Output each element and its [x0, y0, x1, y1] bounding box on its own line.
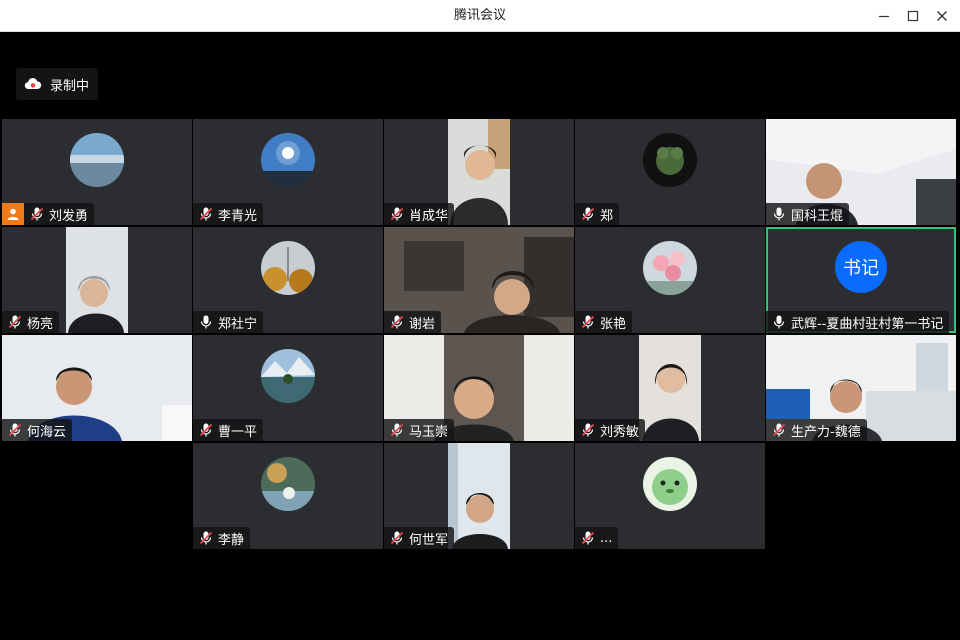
video-stage: 录制中 刘发勇 李青光 肖成华 郑 国科王焜 杨亮 郑社宁 谢岩 张艳 书记 武… [2, 32, 958, 638]
maximize-icon [907, 10, 919, 22]
host-person-icon [2, 203, 24, 225]
microphone-muted-icon [390, 315, 404, 329]
participant-name: 何海云 [27, 424, 67, 440]
participant-name-tag: 郑社宁 [193, 311, 264, 333]
participant-tile[interactable]: 何世军 [384, 443, 574, 549]
microphone-icon [773, 315, 785, 329]
participant-name-tag: 张艳 [575, 311, 633, 333]
participant-tile[interactable]: 马玉崇 [384, 335, 574, 441]
participant-name-tag: 国科王焜 [766, 203, 850, 225]
recording-label: 录制中 [50, 78, 90, 94]
participant-tile[interactable]: 杨亮 [2, 227, 192, 333]
microphone-icon [200, 315, 212, 329]
participant-name: 张艳 [600, 316, 627, 332]
participant-name: 生产力-魏德 [791, 424, 861, 440]
participant-tile[interactable]: 李静 [193, 443, 383, 549]
microphone-muted-icon [772, 423, 786, 437]
participant-name-tag: 谢岩 [384, 311, 442, 333]
cloud-record-icon [24, 78, 42, 90]
participant-tile-active-speaker[interactable]: 书记 武辉--夏曲村驻村第一书记 [766, 227, 956, 333]
microphone-muted-icon [199, 207, 213, 221]
participant-tile[interactable]: 何海云 [2, 335, 192, 441]
window-title: 腾讯会议 [453, 8, 506, 23]
participant-name-tag: 生产力-魏德 [766, 419, 867, 441]
participant-tile[interactable]: 生产力-魏德 [766, 335, 956, 441]
participant-tile[interactable]: 曹一平 [193, 335, 383, 441]
participant-name: 刘秀敏 [600, 424, 640, 440]
participant-name: 李青光 [218, 208, 258, 224]
participant-name-tag: ... [575, 527, 619, 549]
microphone-muted-icon [390, 423, 404, 437]
participant-name: 杨亮 [27, 316, 54, 332]
maximize-button[interactable] [899, 4, 927, 28]
participant-name: 谢岩 [409, 316, 436, 332]
participant-name: 国科王焜 [791, 208, 844, 224]
participant-name: 马玉崇 [409, 424, 449, 440]
participant-video [639, 335, 701, 441]
participant-avatar [261, 349, 315, 403]
participant-name: 肖成华 [409, 208, 449, 224]
microphone-muted-icon [30, 207, 44, 221]
participant-name-tag: 曹一平 [193, 419, 264, 441]
participant-avatar [261, 457, 315, 511]
participant-tile[interactable]: 谢岩 [384, 227, 574, 333]
minimize-button[interactable] [870, 4, 898, 28]
participant-avatar [261, 241, 315, 295]
microphone-muted-icon [199, 531, 213, 545]
microphone-muted-icon [8, 315, 22, 329]
microphone-muted-icon [390, 207, 404, 221]
participant-tile[interactable]: 国科王焜 [766, 119, 956, 225]
participant-video [448, 119, 510, 225]
participant-tile[interactable]: 郑社宁 [193, 227, 383, 333]
participant-name-tag: 刘秀敏 [575, 419, 646, 441]
participant-name: 郑社宁 [218, 316, 258, 332]
participant-name: ... [600, 530, 613, 546]
participant-name-tag: 杨亮 [2, 311, 60, 333]
participant-name: 李静 [218, 532, 245, 548]
participant-avatar [643, 133, 697, 187]
participant-name-tag: 李青光 [193, 203, 264, 225]
participant-avatar [643, 457, 697, 511]
participant-video [448, 443, 510, 549]
close-button[interactable] [928, 4, 956, 28]
participant-name: 郑 [600, 208, 614, 224]
microphone-icon [773, 207, 785, 221]
participant-tile[interactable]: ... [575, 443, 765, 549]
participant-avatar [70, 133, 124, 187]
participant-tile[interactable]: 肖成华 [384, 119, 574, 225]
participant-avatar [643, 241, 697, 295]
participant-avatar [261, 133, 315, 187]
participant-name-tag: 刘发勇 [2, 203, 95, 225]
participant-name-tag: 肖成华 [384, 203, 455, 225]
title-bar: 腾讯会议 [0, 0, 960, 32]
participant-name-tag: 何世军 [384, 527, 455, 549]
participant-tile[interactable]: 刘发勇 [2, 119, 192, 225]
participant-name: 何世军 [409, 532, 449, 548]
microphone-muted-icon [199, 423, 213, 437]
initials-avatar: 书记 [835, 241, 887, 293]
participant-name: 武辉--夏曲村驻村第一书记 [791, 316, 944, 332]
participant-tile[interactable]: 李青光 [193, 119, 383, 225]
microphone-muted-icon [581, 531, 595, 545]
participant-video [66, 227, 128, 333]
participant-name-tag: 马玉崇 [384, 419, 455, 441]
microphone-muted-icon [581, 423, 595, 437]
recording-indicator[interactable]: 录制中 [16, 68, 98, 100]
close-icon [937, 11, 947, 21]
participant-name-tag: 李静 [193, 527, 251, 549]
participant-tile[interactable]: 刘秀敏 [575, 335, 765, 441]
participant-name-tag: 郑 [575, 203, 620, 225]
microphone-muted-icon [8, 423, 22, 437]
microphone-muted-icon [581, 207, 595, 221]
participant-tile[interactable]: 张艳 [575, 227, 765, 333]
participant-name-tag: 何海云 [2, 419, 73, 441]
microphone-muted-icon [390, 531, 404, 545]
participant-tile[interactable]: 郑 [575, 119, 765, 225]
participant-name-tag: 武辉--夏曲村驻村第一书记 [766, 311, 950, 333]
minimize-icon [879, 15, 889, 18]
microphone-muted-icon [581, 315, 595, 329]
participant-name: 曹一平 [218, 424, 258, 440]
participant-name: 刘发勇 [49, 208, 89, 224]
